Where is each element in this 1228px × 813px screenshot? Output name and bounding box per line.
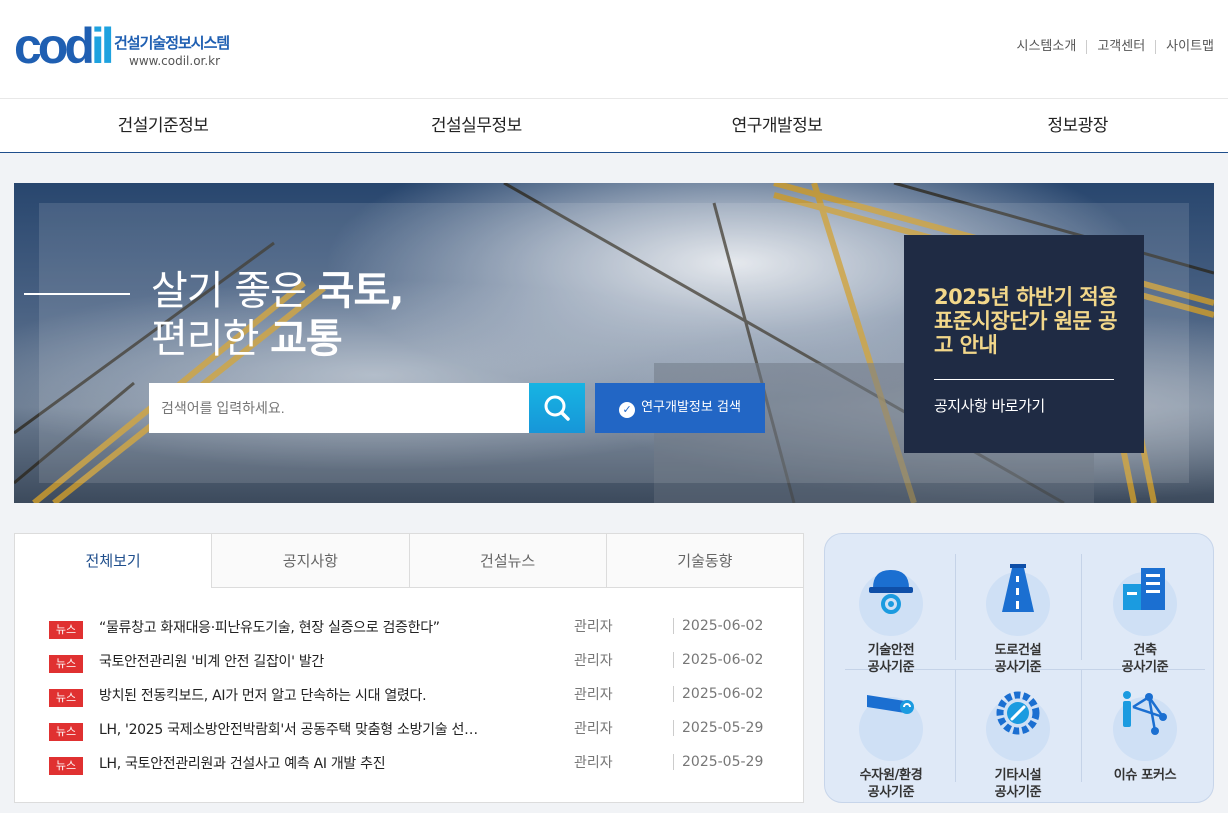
notice-link[interactable]: 공지사항 바로가기: [934, 395, 1045, 416]
hero-slogan: 살기 좋은 국토, 편리한 교통: [151, 267, 405, 363]
list-item-title[interactable]: LH, 국토안전관리원과 건설사고 예측 AI 개발 추진: [99, 753, 519, 773]
board-list: 뉴스 “물류창고 화재대응·피난유도기술, 현장 실증으로 검증한다” 관리자 …: [49, 614, 769, 784]
quick-link-building-standards[interactable]: 건축 공사기준: [1085, 564, 1205, 676]
quick-divider: [955, 554, 956, 660]
news-badge: 뉴스: [49, 757, 83, 775]
quick-link-other-facility-standards[interactable]: 기타시설 공사기준: [958, 689, 1078, 801]
logo-mark: codil: [14, 18, 115, 74]
notice-title: 2025년 하반기 적용 표준시장단가 원문 공고 안내: [934, 285, 1118, 357]
site-header: codil 건설기술정보시스템 www.codil.or.kr 시스템소개 고객…: [0, 0, 1228, 99]
site-logo[interactable]: codil 건설기술정보시스템 www.codil.or.kr: [14, 18, 254, 74]
main-nav: 건설기준정보 건설실무정보 연구개발정보 정보광장: [0, 99, 1228, 153]
news-badge: 뉴스: [49, 723, 83, 741]
news-badge: 뉴스: [49, 621, 83, 639]
quick-link-issue-focus[interactable]: 이슈 포커스: [1085, 689, 1205, 784]
nav-item-standards[interactable]: 건설기준정보: [0, 99, 326, 152]
list-item-title[interactable]: 방치된 전동킥보드, AI가 먼저 알고 단속하는 시대 열렸다.: [99, 685, 519, 705]
notice-card[interactable]: 2025년 하반기 적용 표준시장단가 원문 공고 안내 공지사항 바로가기: [904, 235, 1144, 453]
hero-decor-line: [24, 293, 130, 295]
quick-link-safety-standards[interactable]: 기술안전 공사기준: [831, 564, 951, 676]
list-item[interactable]: 뉴스 “물류창고 화재대응·피난유도기술, 현장 실증으로 검증한다” 관리자 …: [49, 614, 769, 648]
tab-construction-news[interactable]: 건설뉴스: [408, 534, 606, 587]
list-item-author: 관리자: [574, 619, 613, 635]
tab-tech-trends[interactable]: 기술동향: [605, 534, 803, 587]
nav-item-practice[interactable]: 건설실무정보: [326, 99, 627, 152]
quick-links-panel: 기술안전 공사기준 도로건설 공사기준 건축 공사기준 수자원/환경 공사기준 …: [824, 533, 1214, 803]
news-board: 전체보기 공지사항 건설뉴스 기술동향 뉴스 “물류창고 화재대응·피난유도기술…: [14, 533, 804, 803]
gear-wrench-icon: [996, 691, 1040, 735]
nav-item-plaza[interactable]: 정보광장: [927, 99, 1228, 152]
list-item-author: 관리자: [574, 721, 613, 737]
logo-title: 건설기술정보시스템: [114, 34, 230, 52]
slogan-line1-bold: 국토,: [317, 268, 405, 314]
rnd-search-button[interactable]: ✓ 연구개발정보 검색: [595, 383, 765, 433]
quick-link-label: 기타시설 공사기준: [994, 768, 1042, 800]
quick-link-label: 건축 공사기준: [1121, 643, 1169, 675]
quick-link-road-standards[interactable]: 도로건설 공사기준: [958, 564, 1078, 676]
tab-notice[interactable]: 공지사항: [211, 534, 408, 587]
list-item[interactable]: 뉴스 LH, 국토안전관리원과 건설사고 예측 AI 개발 추진 관리자 202…: [49, 750, 769, 784]
list-item-date: 2025-06-02: [673, 686, 763, 702]
list-item-title[interactable]: “물류창고 화재대응·피난유도기술, 현장 실증으로 검증한다”: [99, 617, 519, 637]
search-input[interactable]: [149, 383, 529, 433]
list-item-date: 2025-06-02: [673, 652, 763, 668]
quick-divider: [955, 670, 956, 782]
rnd-search-label: 연구개발정보 검색: [641, 400, 741, 415]
quick-link-label: 이슈 포커스: [1113, 768, 1177, 783]
notice-divider: [934, 379, 1114, 380]
util-link-system-intro[interactable]: 시스템소개: [1007, 40, 1087, 54]
list-item-author: 관리자: [574, 653, 613, 669]
list-item-date: 2025-05-29: [673, 754, 763, 770]
utility-links: 시스템소개 고객센터 사이트맵: [1007, 40, 1214, 54]
list-item-date: 2025-06-02: [673, 618, 763, 634]
tab-all[interactable]: 전체보기: [15, 534, 212, 588]
list-item-author: 관리자: [574, 687, 613, 703]
slogan-line1-light: 살기 좋은: [151, 268, 318, 314]
building-icon: [1123, 568, 1165, 610]
list-item-date: 2025-05-29: [673, 720, 763, 736]
list-item-title[interactable]: LH, '2025 국제소방안전박람회'서 공동주택 맞춤형 소방기술 선…: [99, 719, 519, 739]
news-badge: 뉴스: [49, 655, 83, 673]
quick-divider: [1081, 670, 1082, 782]
board-tabs: 전체보기 공지사항 건설뉴스 기술동향: [15, 534, 803, 588]
water-pipe-icon: [867, 695, 914, 714]
slogan-line2-bold: 교통: [270, 316, 343, 362]
slogan-line2-light: 편리한: [151, 316, 271, 362]
list-item-title[interactable]: 국토안전관리원 '비계 안전 길잡이' 발간: [99, 651, 519, 671]
network-person-icon: [1123, 691, 1167, 735]
quick-link-label: 기술안전 공사기준: [867, 643, 915, 675]
check-circle-icon: ✓: [619, 402, 636, 418]
list-item[interactable]: 뉴스 LH, '2025 국제소방안전박람회'서 공동주택 맞춤형 소방기술 선…: [49, 716, 769, 750]
nav-item-rnd[interactable]: 연구개발정보: [627, 99, 928, 152]
util-link-customer-center[interactable]: 고객센터: [1086, 40, 1155, 54]
search-icon: [544, 395, 570, 421]
safety-helmet-icon: [869, 570, 913, 614]
quick-divider: [1081, 554, 1082, 660]
util-link-sitemap[interactable]: 사이트맵: [1155, 40, 1214, 54]
list-item-author: 관리자: [574, 755, 613, 771]
logo-url: www.codil.or.kr: [129, 54, 221, 68]
search-button[interactable]: [529, 383, 585, 433]
quick-link-water-env-standards[interactable]: 수자원/환경 공사기준: [831, 689, 951, 801]
quick-link-label: 도로건설 공사기준: [994, 643, 1042, 675]
road-icon: [1002, 564, 1034, 612]
news-badge: 뉴스: [49, 689, 83, 707]
quick-link-label: 수자원/환경 공사기준: [859, 768, 923, 800]
list-item[interactable]: 뉴스 방치된 전동킥보드, AI가 먼저 알고 단속하는 시대 열렸다. 관리자…: [49, 682, 769, 716]
hero-banner: 살기 좋은 국토, 편리한 교통 ✓ 연구개발정보 검색 2025년 하반기 적용…: [14, 183, 1214, 503]
list-item[interactable]: 뉴스 국토안전관리원 '비계 안전 길잡이' 발간 관리자 2025-06-02: [49, 648, 769, 682]
